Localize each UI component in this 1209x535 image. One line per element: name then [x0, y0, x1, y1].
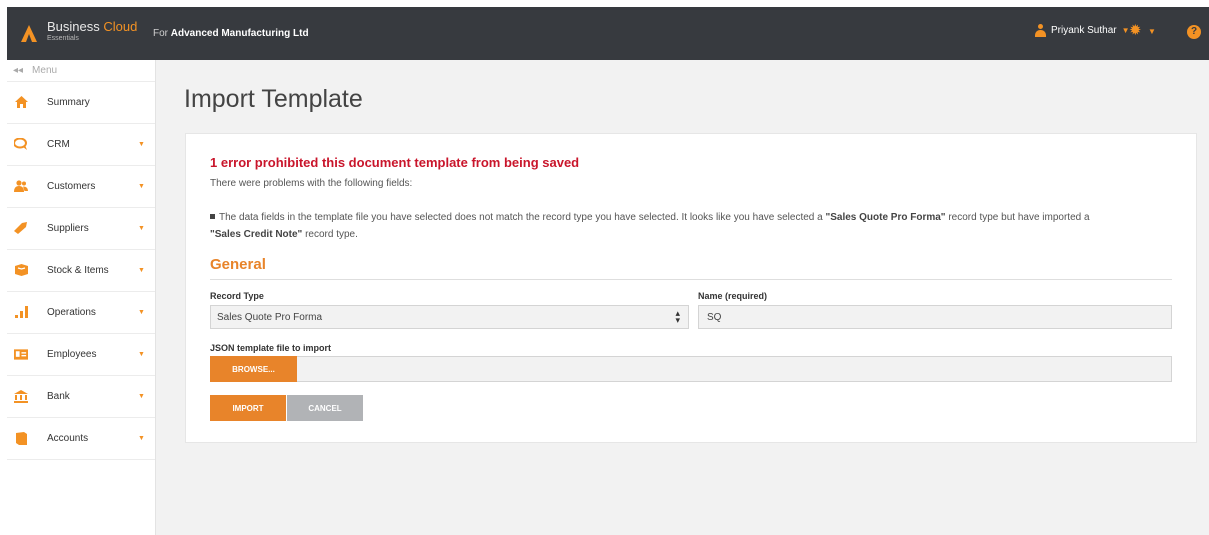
menu-label: Menu — [32, 65, 58, 76]
error-text: The data fields in the template file you… — [219, 212, 826, 223]
import-panel: 1 error prohibited this document templat… — [185, 133, 1197, 443]
sidebar-item-operations[interactable]: Operations ▼ — [7, 292, 155, 334]
tag-icon — [14, 221, 28, 235]
sidebar-item-crm[interactable]: CRM ▼ — [7, 124, 155, 166]
help-icon[interactable]: ? — [1187, 25, 1201, 39]
company-name: Advanced Manufacturing Ltd — [170, 28, 309, 39]
logo-icon[interactable] — [21, 25, 37, 42]
import-button[interactable]: IMPORT — [210, 395, 286, 421]
sidebar-item-label: Suppliers — [47, 223, 89, 234]
sidebar-item-label: Operations — [47, 307, 96, 318]
select-arrows-icon: ▴ ▾ — [675, 308, 680, 325]
record-type-value: Sales Quote Pro Forma — [217, 312, 323, 323]
company-label: For Advanced Manufacturing Ltd — [153, 28, 309, 39]
sidebar-item-label: Bank — [47, 391, 70, 402]
collapse-icon: ◂◂ — [13, 65, 24, 76]
page-title: Import Template — [184, 85, 363, 113]
file-input[interactable]: BROWSE... — [210, 356, 1172, 382]
name-label: Name (required) — [698, 291, 768, 301]
company-prefix: For — [153, 28, 168, 39]
sidebar-item-stock-items[interactable]: Stock & Items ▼ — [7, 250, 155, 292]
name-input[interactable] — [698, 305, 1172, 329]
sidebar-item-label: Customers — [47, 181, 96, 192]
chevron-down-icon: ▼ — [138, 435, 145, 442]
chevron-down-icon: ▼ — [138, 393, 145, 400]
error-title: 1 error prohibited this document templat… — [210, 155, 580, 170]
chevron-down-icon: ▼ — [138, 267, 145, 274]
id-card-icon — [14, 347, 28, 361]
chevron-down-icon: ▼ — [138, 141, 145, 148]
sidebar-item-label: Summary — [47, 97, 90, 108]
top-bar: Business Cloud Essentials For Advanced M… — [7, 7, 1209, 60]
app-frame: Business Cloud Essentials For Advanced M… — [7, 7, 1209, 535]
chevron-down-icon: ▼ — [138, 225, 145, 232]
cancel-button[interactable]: CANCEL — [287, 395, 363, 421]
error-bold-text: "Sales Quote Pro Forma" — [825, 212, 946, 223]
chevron-down-icon[interactable]: ▼ — [1148, 27, 1156, 36]
error-message: The data fields in the template file you… — [210, 209, 1180, 243]
brand-main-text: Business — [47, 19, 100, 34]
chevron-down-icon: ▼ — [138, 183, 145, 190]
json-file-label: JSON template file to import — [210, 343, 332, 353]
user-name: Priyank Suthar — [1051, 25, 1117, 36]
browse-button[interactable]: BROWSE... — [210, 356, 297, 382]
sidebar-item-suppliers[interactable]: Suppliers ▼ — [7, 208, 155, 250]
chevron-down-icon: ▼ — [138, 351, 145, 358]
brand-sub-text: Essentials — [47, 35, 79, 42]
brand-logo[interactable]: Business Cloud Essentials — [47, 20, 137, 42]
bar-chart-icon — [14, 305, 28, 319]
error-text: record type. — [302, 229, 358, 240]
sidebar-item-label: Stock & Items — [47, 265, 109, 276]
sidebar-item-label: Accounts — [47, 433, 89, 444]
record-type-label: Record Type — [210, 291, 264, 301]
error-text: record type but have imported a — [945, 212, 1090, 223]
sidebar-item-label: Employees — [47, 349, 97, 360]
chat-icon — [14, 137, 28, 151]
error-bold-text: "Sales Credit Note" — [210, 229, 303, 240]
gear-icon[interactable]: ✹ — [1129, 21, 1142, 39]
bank-icon — [14, 389, 28, 403]
sidebar-item-label: CRM — [47, 139, 70, 150]
sidebar: ◂◂ Menu Summary CRM ▼ Customers ▼ Suppli… — [7, 60, 156, 535]
record-type-select[interactable]: Sales Quote Pro Forma ▴ ▾ — [210, 305, 689, 329]
bullet-icon — [210, 214, 215, 219]
section-title: General — [210, 256, 266, 273]
sidebar-item-accounts[interactable]: Accounts ▼ — [7, 418, 155, 460]
brand-accent-text: Cloud — [103, 19, 138, 34]
home-icon — [14, 95, 28, 109]
people-icon — [14, 179, 28, 193]
user-menu[interactable]: Priyank Suthar ▼ — [1035, 24, 1130, 37]
box-icon — [14, 263, 28, 277]
sidebar-item-employees[interactable]: Employees ▼ — [7, 334, 155, 376]
sidebar-item-customers[interactable]: Customers ▼ — [7, 166, 155, 208]
sidebar-item-summary[interactable]: Summary — [7, 82, 155, 124]
chevron-down-icon: ▼ — [138, 309, 145, 316]
section-divider — [210, 279, 1172, 280]
sidebar-item-bank[interactable]: Bank ▼ — [7, 376, 155, 418]
menu-toggle[interactable]: ◂◂ Menu — [7, 60, 155, 82]
error-subtitle: There were problems with the following f… — [210, 178, 413, 189]
user-icon — [1035, 24, 1046, 37]
book-icon — [14, 431, 28, 445]
